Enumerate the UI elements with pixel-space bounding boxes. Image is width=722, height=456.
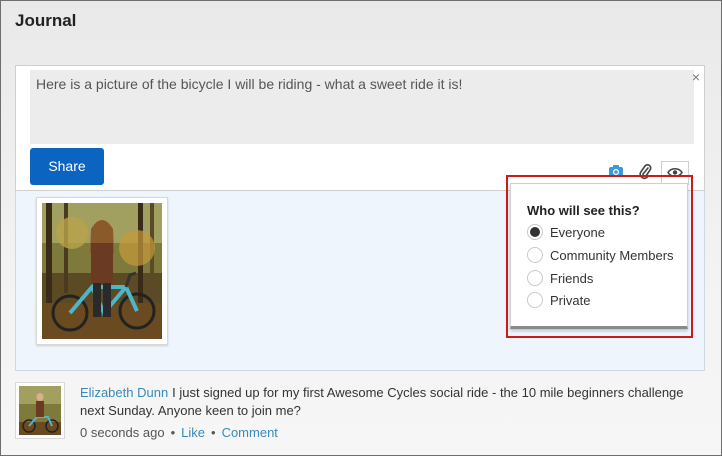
avatar-image: [19, 386, 61, 435]
close-icon[interactable]: ×: [692, 70, 700, 84]
comment-link[interactable]: Comment: [222, 425, 278, 440]
post-meta: 0 seconds ago • Like • Comment: [80, 425, 278, 440]
attached-photo[interactable]: [36, 197, 168, 345]
privacy-option-label: Friends: [550, 270, 594, 286]
privacy-option-private[interactable]: Private: [527, 292, 590, 308]
post-author-link[interactable]: Elizabeth Dunn: [80, 385, 168, 400]
journal-post: Elizabeth Dunn I just signed up for my fi…: [80, 384, 710, 420]
privacy-popover: Who will see this? Everyone Community Me…: [510, 183, 688, 329]
radio-selected[interactable]: [527, 224, 543, 240]
post-timestamp: 0 seconds ago: [80, 425, 165, 440]
radio-unselected[interactable]: [527, 292, 543, 308]
bicycle-photo-image: [42, 203, 162, 339]
privacy-option-community-members[interactable]: Community Members: [527, 247, 674, 263]
privacy-option-everyone[interactable]: Everyone: [527, 224, 605, 240]
share-button[interactable]: Share: [30, 148, 104, 185]
privacy-option-label: Everyone: [550, 224, 605, 240]
avatar[interactable]: [15, 382, 65, 439]
separator-dot: •: [211, 425, 216, 440]
radio-unselected[interactable]: [527, 270, 543, 286]
post-text-input[interactable]: Here is a picture of the bicycle I will …: [30, 70, 694, 144]
journal-composer: Here is a picture of the bicycle I will …: [15, 65, 705, 191]
privacy-option-label: Community Members: [550, 247, 674, 263]
radio-unselected[interactable]: [527, 247, 543, 263]
page-title: Journal: [15, 11, 77, 30]
like-link[interactable]: Like: [181, 425, 205, 440]
post-body: I just signed up for my first Awesome Cy…: [80, 385, 684, 418]
privacy-option-friends[interactable]: Friends: [527, 270, 593, 286]
separator-dot: •: [170, 425, 176, 440]
privacy-option-label: Private: [550, 292, 591, 308]
privacy-title: Who will see this?: [527, 203, 640, 218]
